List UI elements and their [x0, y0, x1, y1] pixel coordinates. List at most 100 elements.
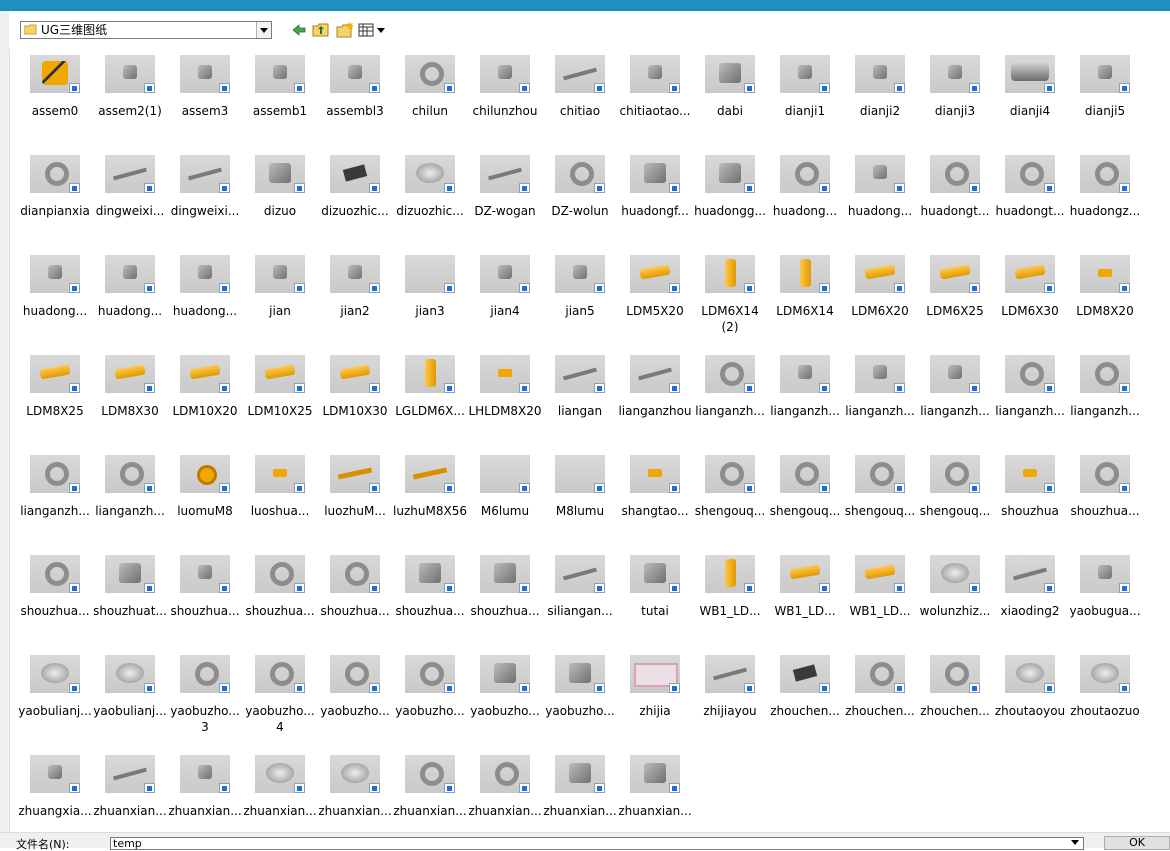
file-item[interactable]: huadong...	[17, 255, 93, 351]
file-item[interactable]: jian5	[542, 255, 618, 351]
file-item[interactable]: shouzhua...	[17, 555, 93, 651]
file-item[interactable]: huadongf...	[617, 155, 693, 251]
file-item[interactable]: LDM8X30	[92, 355, 168, 451]
file-item[interactable]: huadong...	[842, 155, 918, 251]
file-item[interactable]: jian3	[392, 255, 468, 351]
file-item[interactable]: yaobugua...	[1067, 555, 1143, 651]
file-item[interactable]: yaobuzho...	[542, 655, 618, 751]
file-item[interactable]: assem2(1)	[92, 55, 168, 151]
file-item[interactable]: lianganzh...	[1067, 355, 1143, 451]
file-item[interactable]: yaobuzho... 4	[242, 655, 318, 751]
file-item[interactable]: dingweixi...	[167, 155, 243, 251]
file-item[interactable]: huadongt...	[917, 155, 993, 251]
file-item[interactable]: chilunzhou	[467, 55, 543, 151]
file-item[interactable]: LDM5X20	[617, 255, 693, 351]
file-item[interactable]: luozhuM...	[317, 455, 393, 551]
file-item[interactable]: shouzhua...	[392, 555, 468, 651]
file-item[interactable]: shengouq...	[767, 455, 843, 551]
file-item[interactable]: yaobuzho...	[467, 655, 543, 751]
file-item[interactable]: dianji5	[1067, 55, 1143, 151]
file-item[interactable]: dingweixi...	[92, 155, 168, 251]
file-item[interactable]: assemb1	[242, 55, 318, 151]
file-item[interactable]: yaobuzho...	[317, 655, 393, 751]
file-item[interactable]: lianganzh...	[767, 355, 843, 451]
file-item[interactable]: shouzhua	[992, 455, 1068, 551]
file-item[interactable]: shouzhua...	[1067, 455, 1143, 551]
file-item[interactable]: shengouq...	[842, 455, 918, 551]
file-item[interactable]: M8lumu	[542, 455, 618, 551]
file-item[interactable]: assem0	[17, 55, 93, 151]
file-item[interactable]: zhijiayou	[692, 655, 768, 751]
file-item[interactable]: zhouchen...	[917, 655, 993, 751]
file-item[interactable]: shengouq...	[692, 455, 768, 551]
file-item[interactable]: jian4	[467, 255, 543, 351]
file-item[interactable]: LDM10X20	[167, 355, 243, 451]
file-item[interactable]: chilun	[392, 55, 468, 151]
file-item[interactable]: dianji1	[767, 55, 843, 151]
file-item[interactable]: luomuM8	[167, 455, 243, 551]
file-item[interactable]: shengouq...	[917, 455, 993, 551]
file-item[interactable]: dianji3	[917, 55, 993, 151]
file-item[interactable]: shouzhua...	[242, 555, 318, 651]
file-item[interactable]: zhouchen...	[842, 655, 918, 751]
file-item[interactable]: yaobulianj...	[17, 655, 93, 751]
file-item[interactable]: shangtao...	[617, 455, 693, 551]
ok-button[interactable]: OK	[1104, 836, 1170, 850]
file-item[interactable]: huadongz...	[1067, 155, 1143, 251]
file-item[interactable]: luzhuM8X56	[392, 455, 468, 551]
file-item[interactable]: LDM6X25	[917, 255, 993, 351]
file-item[interactable]: LDM6X14 (2)	[692, 255, 768, 351]
file-item[interactable]: shouzhua...	[317, 555, 393, 651]
file-item[interactable]: lianganzh...	[917, 355, 993, 451]
file-item[interactable]: zhouchen...	[767, 655, 843, 751]
file-item[interactable]: assembl3	[317, 55, 393, 151]
file-item[interactable]: jian	[242, 255, 318, 351]
file-item[interactable]: dianji2	[842, 55, 918, 151]
file-item[interactable]: zhoutaoyou	[992, 655, 1068, 751]
file-item[interactable]: huadongg...	[692, 155, 768, 251]
file-item[interactable]: zhijia	[617, 655, 693, 751]
file-item[interactable]: LDM10X25	[242, 355, 318, 451]
file-item[interactable]: dianpianxia	[17, 155, 93, 251]
file-item[interactable]: huadong...	[167, 255, 243, 351]
file-item[interactable]: yaobuzho...	[392, 655, 468, 751]
file-item[interactable]: shouzhua...	[467, 555, 543, 651]
file-item[interactable]: WB1_LD...	[692, 555, 768, 651]
file-item[interactable]: assem3	[167, 55, 243, 151]
file-item[interactable]: chitiaotao...	[617, 55, 693, 151]
file-item[interactable]: LDM6X14	[767, 255, 843, 351]
file-item[interactable]: WB1_LD...	[842, 555, 918, 651]
file-item[interactable]: zhoutaozuo	[1067, 655, 1143, 751]
file-item[interactable]: huadongt...	[992, 155, 1068, 251]
file-item[interactable]: dizuo	[242, 155, 318, 251]
file-item[interactable]: dizuozhic...	[392, 155, 468, 251]
file-item[interactable]: tutai	[617, 555, 693, 651]
file-item[interactable]: dianji4	[992, 55, 1068, 151]
file-item[interactable]: LDM8X25	[17, 355, 93, 451]
file-item[interactable]: dizuozhic...	[317, 155, 393, 251]
file-item[interactable]: huadong...	[92, 255, 168, 351]
file-item[interactable]: shouzhuat...	[92, 555, 168, 651]
file-item[interactable]: liangan	[542, 355, 618, 451]
file-item[interactable]: dabi	[692, 55, 768, 151]
file-item[interactable]: DZ-wolun	[542, 155, 618, 251]
file-item[interactable]: wolunzhiz...	[917, 555, 993, 651]
filename-input[interactable]: temp	[110, 837, 1084, 850]
file-item[interactable]: jian2	[317, 255, 393, 351]
file-item[interactable]: shouzhua...	[167, 555, 243, 651]
file-item[interactable]: huadong...	[767, 155, 843, 251]
file-item[interactable]: lianganzh...	[692, 355, 768, 451]
file-item[interactable]: lianganzh...	[842, 355, 918, 451]
file-item[interactable]: xiaoding2	[992, 555, 1068, 651]
file-item[interactable]: LHLDM8X20	[467, 355, 543, 451]
file-item[interactable]: luoshua...	[242, 455, 318, 551]
file-item[interactable]: WB1_LD...	[767, 555, 843, 651]
file-item[interactable]: LDM6X30	[992, 255, 1068, 351]
file-item[interactable]: lianganzh...	[17, 455, 93, 551]
file-item[interactable]: DZ-wogan	[467, 155, 543, 251]
file-item[interactable]: lianganzh...	[992, 355, 1068, 451]
file-item[interactable]: chitiao	[542, 55, 618, 151]
file-item[interactable]: LGLDM6X...	[392, 355, 468, 451]
file-item[interactable]: siliangan...	[542, 555, 618, 651]
file-item[interactable]: lianganzh...	[92, 455, 168, 551]
